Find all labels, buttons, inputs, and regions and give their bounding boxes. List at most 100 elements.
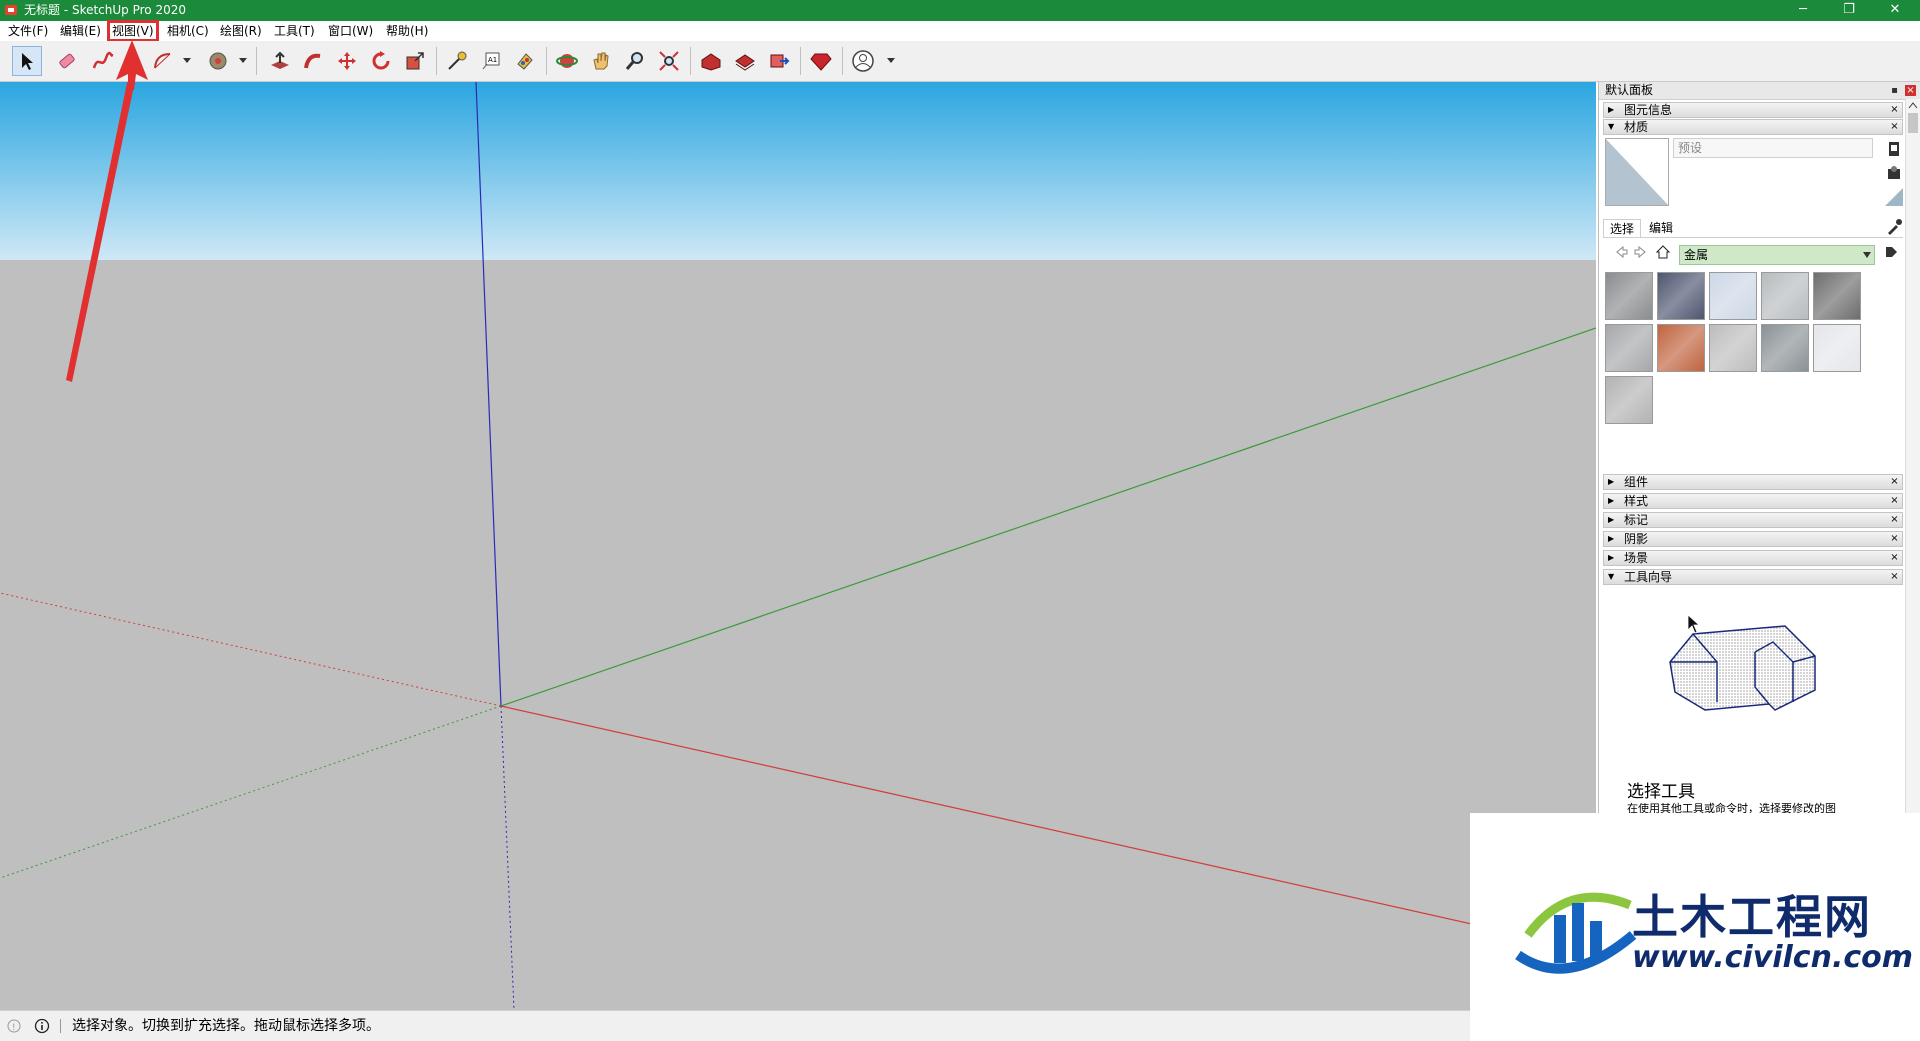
create-material-icon[interactable] (1885, 140, 1903, 158)
menu-tools[interactable]: 工具(T) (272, 23, 317, 39)
panel-label: 组件 (1624, 475, 1649, 489)
tray-close-icon[interactable]: × (1905, 85, 1916, 96)
material-swatch[interactable] (1657, 272, 1705, 320)
chevron-down-icon[interactable] (238, 55, 248, 65)
minimize-button[interactable]: ─ (1780, 0, 1826, 21)
zoom-tool-button[interactable] (620, 46, 650, 76)
close-icon[interactable]: × (1889, 514, 1900, 525)
paint-tool-button[interactable] (510, 46, 540, 76)
cursor-icon (1687, 614, 1701, 634)
arc-tool-button[interactable] (148, 46, 178, 76)
menu-window[interactable]: 窗口(W) (326, 23, 375, 39)
geo-location-icon[interactable]: ! (6, 1018, 22, 1034)
material-swatch[interactable] (1605, 272, 1653, 320)
material-swatch[interactable] (1813, 272, 1861, 320)
close-icon[interactable]: × (1889, 552, 1900, 563)
text-tool-button[interactable]: A1 (476, 46, 506, 76)
panel-label: 场景 (1624, 551, 1649, 565)
watermark-name: 土木工程网 (1632, 890, 1872, 944)
pan-tool-button[interactable] (586, 46, 616, 76)
paint-icon (517, 53, 533, 70)
panel-tags[interactable]: ▶ 标记 × (1603, 512, 1903, 528)
account-button[interactable] (848, 46, 878, 76)
menu-help[interactable]: 帮助(H) (384, 23, 430, 39)
eyedropper-icon[interactable] (1885, 218, 1903, 236)
close-icon[interactable]: × (1889, 476, 1900, 487)
menu-edit[interactable]: 编辑(E) (58, 23, 103, 39)
send-to-layout-button[interactable] (764, 46, 794, 76)
material-swatch[interactable] (1761, 324, 1809, 372)
panel-instructor[interactable]: ▼ 工具向导 × (1603, 569, 1903, 585)
instructor-description: 在使用其他工具或命令时，选择要修改的图 (1627, 802, 1836, 813)
close-icon[interactable]: × (1889, 571, 1900, 582)
material-swatch[interactable] (1709, 324, 1757, 372)
panel-scenes[interactable]: ▶ 场景 × (1603, 550, 1903, 566)
library-dropdown[interactable]: 金属 (1679, 245, 1875, 265)
close-icon[interactable]: × (1889, 495, 1900, 506)
push-pull-tool-button[interactable] (265, 46, 295, 76)
eraser-tool-button[interactable] (52, 46, 82, 76)
material-swatch[interactable] (1709, 272, 1757, 320)
select-tool-button[interactable] (12, 46, 42, 76)
extension-warehouse-button[interactable] (730, 46, 760, 76)
material-swatch[interactable] (1813, 324, 1861, 372)
move-icon (338, 52, 356, 70)
chevron-down-icon[interactable] (886, 55, 896, 65)
scroll-up-icon[interactable] (1908, 101, 1918, 109)
forward-icon[interactable] (1633, 244, 1649, 260)
info-icon[interactable] (34, 1018, 50, 1034)
sample-paint-icon[interactable] (1885, 188, 1903, 206)
maximize-button[interactable]: ❐ (1826, 0, 1872, 21)
scroll-thumb[interactable] (1908, 113, 1918, 133)
material-name-field[interactable]: 预设 (1673, 138, 1873, 158)
material-swatch[interactable] (1657, 324, 1705, 372)
panel-label: 样式 (1624, 494, 1649, 508)
arc-icon (154, 53, 171, 69)
panel-label: 材质 (1624, 120, 1649, 134)
panel-styles[interactable]: ▶ 样式 × (1603, 493, 1903, 509)
rotate-tool-button[interactable] (366, 46, 396, 76)
chevron-down-icon[interactable] (182, 55, 192, 65)
follow-me-icon (304, 53, 321, 69)
status-bar: ! 选择对象。切换到扩充选择。拖动鼠标选择多项。 (0, 1010, 1470, 1041)
close-icon[interactable]: × (1889, 104, 1900, 115)
menu-view[interactable]: 视图(V) (107, 20, 159, 42)
tab-select[interactable]: 选择 (1603, 219, 1642, 238)
follow-me-tool-button[interactable] (298, 46, 328, 76)
move-tool-button[interactable] (332, 46, 362, 76)
rotate-icon (372, 51, 390, 70)
toolbar-separator (436, 47, 437, 75)
scale-tool-button[interactable] (400, 46, 430, 76)
select-icon (22, 53, 33, 70)
default-material-icon[interactable] (1885, 164, 1903, 182)
panel-shadows[interactable]: ▶ 阴影 × (1603, 531, 1903, 547)
chevron-down-icon (1863, 252, 1871, 258)
menu-camera[interactable]: 相机(C) (165, 23, 211, 39)
paint-bucket-tool-button[interactable] (203, 46, 233, 76)
pin-icon[interactable]: ▪ (1889, 85, 1900, 96)
expand-arrow-icon: ▶ (1608, 496, 1615, 505)
warehouse-button[interactable] (696, 46, 726, 76)
close-icon[interactable]: × (1889, 533, 1900, 544)
model-viewport[interactable] (0, 82, 1596, 1010)
close-icon[interactable]: × (1889, 121, 1900, 132)
back-icon[interactable] (1613, 244, 1629, 260)
material-swatch[interactable] (1761, 272, 1809, 320)
panel-entity-info[interactable]: ▶ 图元信息 × (1603, 102, 1903, 118)
zoom-extents-tool-button[interactable] (654, 46, 684, 76)
menu-bar: 文件(F) 编辑(E) 视图(V) 相机(C) 绘图(R) 工具(T) 窗口(W… (0, 20, 1920, 42)
details-icon[interactable] (1883, 244, 1899, 260)
home-icon[interactable] (1655, 244, 1671, 260)
menu-file[interactable]: 文件(F) (6, 23, 50, 39)
panel-components[interactable]: ▶ 组件 × (1603, 474, 1903, 490)
tape-measure-tool-button[interactable] (442, 46, 472, 76)
orbit-tool-button[interactable] (552, 46, 582, 76)
material-swatch[interactable] (1605, 324, 1653, 372)
ruby-console-button[interactable] (806, 46, 836, 76)
menu-draw[interactable]: 绘图(R) (218, 23, 264, 39)
panel-materials[interactable]: ▼ 材质 × (1603, 119, 1903, 135)
tab-edit[interactable]: 编辑 (1643, 219, 1679, 237)
material-swatch[interactable] (1605, 376, 1653, 424)
tray-scrollbar[interactable] (1905, 99, 1920, 813)
close-button[interactable]: ✕ (1872, 0, 1918, 21)
